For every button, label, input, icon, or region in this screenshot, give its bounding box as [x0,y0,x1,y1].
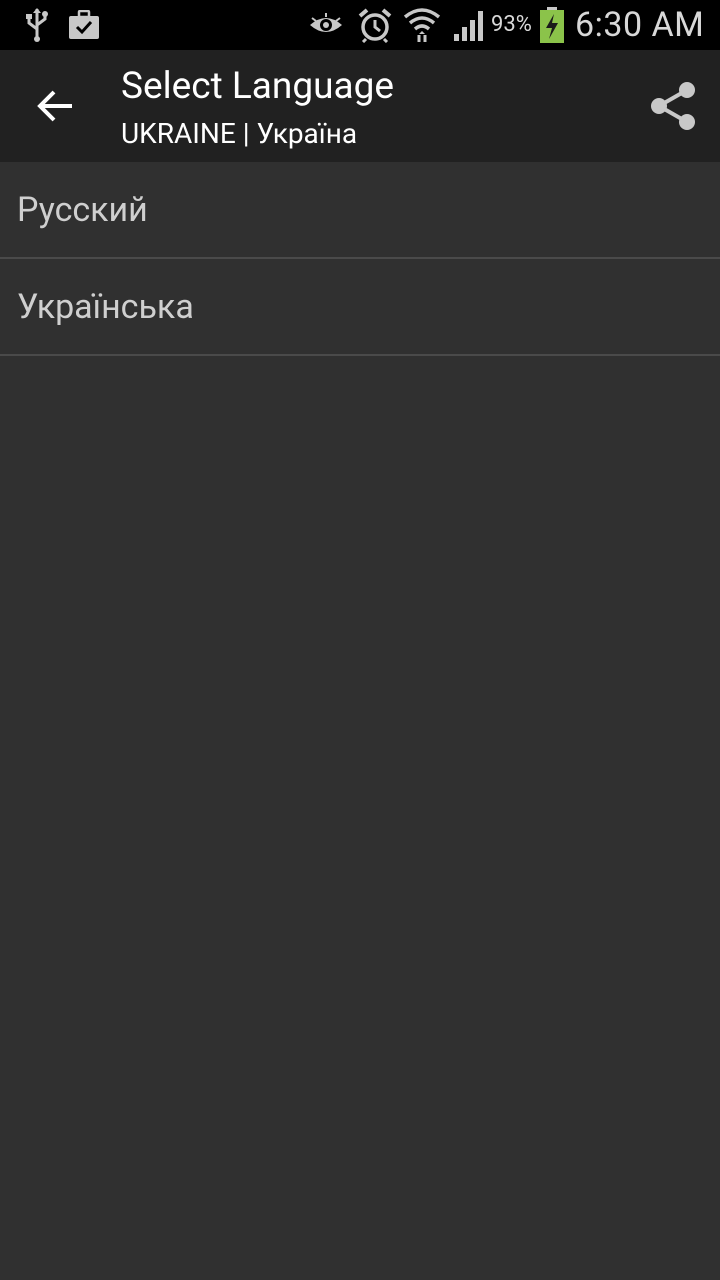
briefcase-check-icon [66,0,102,50]
language-label: Русский [17,189,148,230]
wifi-icon [402,0,442,50]
battery-charging-icon [537,0,567,50]
alarm-icon [355,0,395,50]
language-list: Русский Українська [0,162,720,356]
share-icon [651,82,695,130]
eye-icon [306,0,346,50]
share-button[interactable] [640,74,706,138]
back-button[interactable] [26,76,86,136]
page-title: Select Language [121,65,395,108]
page-subtitle: UKRAINE | Україна [121,117,358,150]
language-label: Українська [17,286,194,327]
status-bar: 93% 6:30 AM [0,0,720,50]
battery-percent: 93% [491,12,532,37]
signal-icon [450,0,490,50]
app-bar: Select Language UKRAINE | Україна [0,50,720,162]
usb-icon [20,0,54,50]
arrow-left-icon [37,90,72,122]
language-item-russian[interactable]: Русский [0,162,720,259]
language-item-ukrainian[interactable]: Українська [0,259,720,356]
clock: 6:30 AM [575,5,705,45]
